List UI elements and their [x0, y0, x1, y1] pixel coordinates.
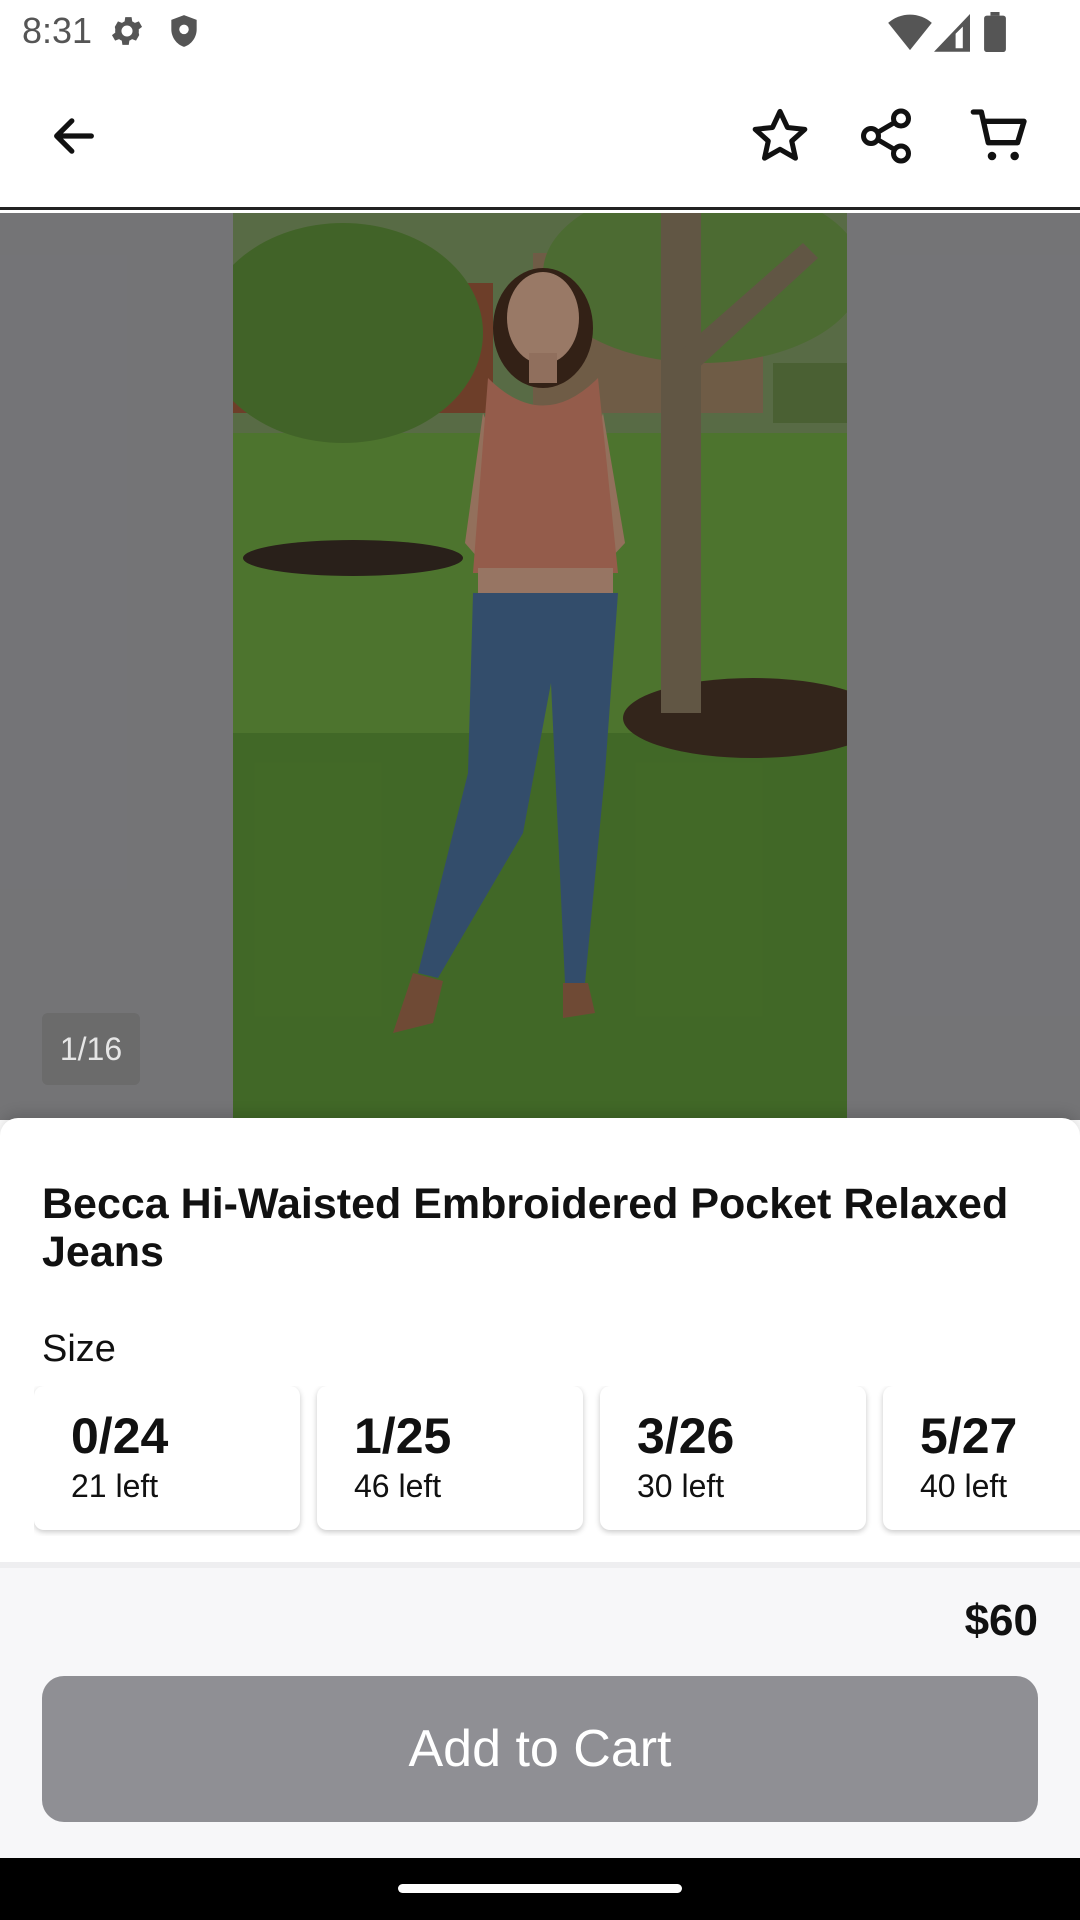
size-option-1-25[interactable]: 1/25 46 left [317, 1386, 583, 1530]
size-option-0-24[interactable]: 0/24 21 left [34, 1386, 300, 1530]
size-stock: 30 left [637, 1468, 725, 1504]
purchase-panel: $60 Add to Cart [0, 1568, 1080, 1858]
cart-icon[interactable] [952, 88, 1048, 184]
size-value: 5/27 [920, 1408, 1018, 1464]
size-selector[interactable]: 0/24 21 left 1/25 46 left 3/26 30 left 5… [34, 1386, 1080, 1536]
app-bar [0, 64, 1080, 210]
size-value: 1/25 [354, 1408, 452, 1464]
size-option-3-26[interactable]: 3/26 30 left [600, 1386, 866, 1530]
add-to-cart-button[interactable]: Add to Cart [42, 1676, 1038, 1822]
size-stock: 21 left [71, 1468, 159, 1504]
back-arrow-icon[interactable] [26, 88, 122, 184]
product-details-sheet: Becca Hi-Waisted Embroidered Pocket Rela… [0, 1118, 1080, 1566]
status-time: 8:31 [22, 10, 93, 51]
system-nav-bar [0, 1858, 1080, 1920]
size-option-5-27[interactable]: 5/27 40 left [883, 1386, 1080, 1530]
size-label: Size [42, 1328, 116, 1370]
dim-overlay [0, 213, 1080, 1120]
product-title: Becca Hi-Waisted Embroidered Pocket Rela… [42, 1180, 1009, 1276]
signal-icon [934, 12, 970, 57]
size-value: 3/26 [637, 1408, 735, 1464]
status-bar: 8:31 [0, 0, 1080, 64]
gear-icon [108, 12, 146, 55]
image-counter: 1/16 [42, 1013, 140, 1085]
star-icon[interactable] [732, 88, 828, 184]
share-icon[interactable] [838, 88, 934, 184]
battery-icon [984, 12, 1006, 57]
home-gesture-handle[interactable] [398, 1884, 682, 1893]
size-stock: 40 left [920, 1468, 1008, 1504]
size-value: 0/24 [71, 1408, 169, 1464]
product-price: $60 [964, 1596, 1038, 1645]
size-stock: 46 left [354, 1468, 442, 1504]
product-image-gallery[interactable]: 1/16 [0, 213, 1080, 1120]
wifi-icon [888, 12, 932, 57]
shield-icon [165, 12, 203, 55]
